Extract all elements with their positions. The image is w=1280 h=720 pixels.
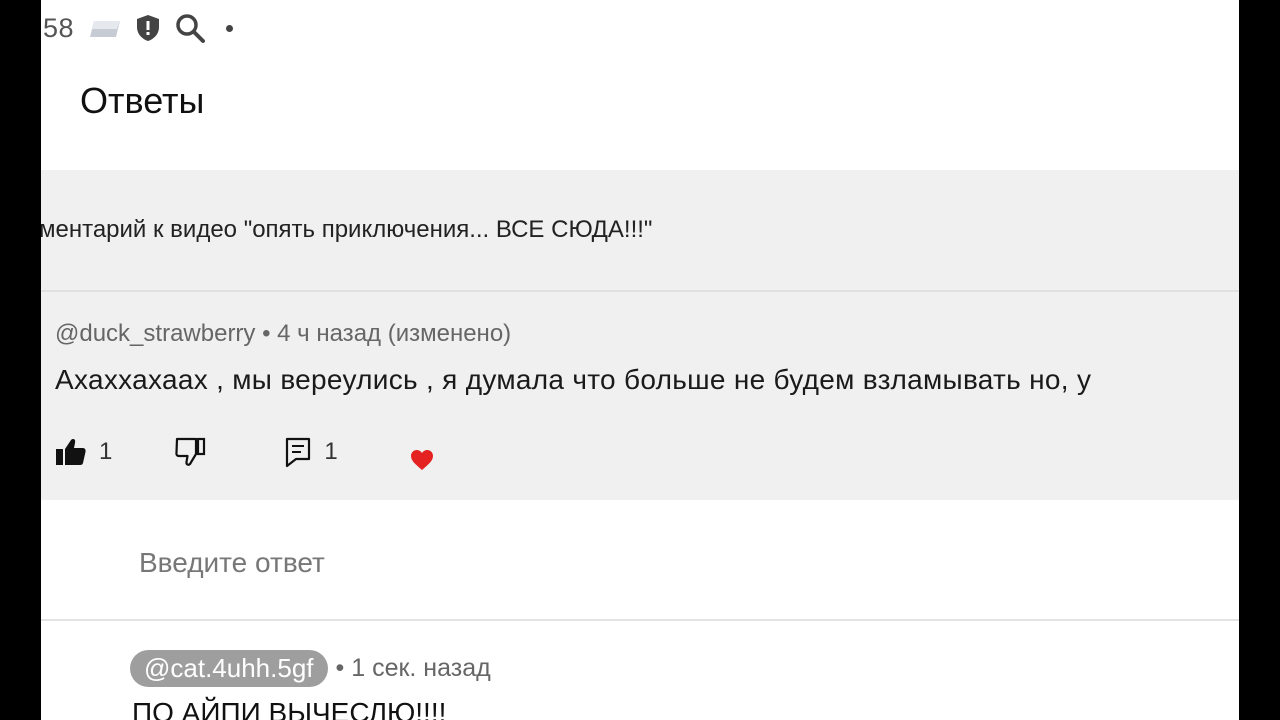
like-button[interactable]: 1	[55, 437, 112, 467]
status-time: 58	[43, 12, 75, 43]
reply-input[interactable]	[139, 540, 1039, 586]
heart-icon	[410, 450, 433, 470]
search-icon	[174, 12, 206, 44]
thumbs-down-icon	[175, 437, 206, 466]
comment-actions: 1 1	[55, 432, 434, 472]
reply-icon	[286, 437, 311, 468]
reply-count: 1	[324, 438, 338, 465]
thumbs-up-icon	[56, 439, 86, 465]
comment-text: Ахаххахаах , мы вереулись , я думала что…	[55, 364, 1092, 395]
video-reference-row[interactable]: ментарий к видео "опять приключения... В…	[41, 170, 1239, 292]
comment-panel: ментарий к видео "опять приключения... В…	[41, 170, 1239, 500]
dot-icon	[226, 24, 234, 32]
shield-icon	[134, 13, 162, 43]
creator-heart	[410, 449, 434, 471]
reply-author-chip[interactable]: @cat.4uhh.5gf	[130, 650, 328, 687]
divider	[41, 619, 1239, 621]
dislike-button[interactable]	[174, 437, 206, 467]
page-title: Ответы	[80, 80, 205, 121]
like-count: 1	[99, 438, 113, 465]
reply-timestamp: • 1 сек. назад	[335, 654, 491, 682]
app-screen: 58 Ответы ментарий к видео "опять приклю…	[41, 0, 1239, 720]
video-reference-text: ментарий к видео "опять приключения... В…	[41, 216, 653, 243]
reply-text: ПО АЙПИ ВЫЧЕСЛЮ!!!!	[132, 697, 447, 720]
reply-button[interactable]: 1	[284, 436, 338, 468]
reply-meta: @cat.4uhh.5gf • 1 сек. назад	[130, 650, 491, 687]
status-bar: 58	[41, 8, 234, 48]
gallery-icon	[86, 15, 122, 41]
comment-author-meta: @duck_strawberry • 4 ч назад (изменено)	[55, 320, 512, 347]
